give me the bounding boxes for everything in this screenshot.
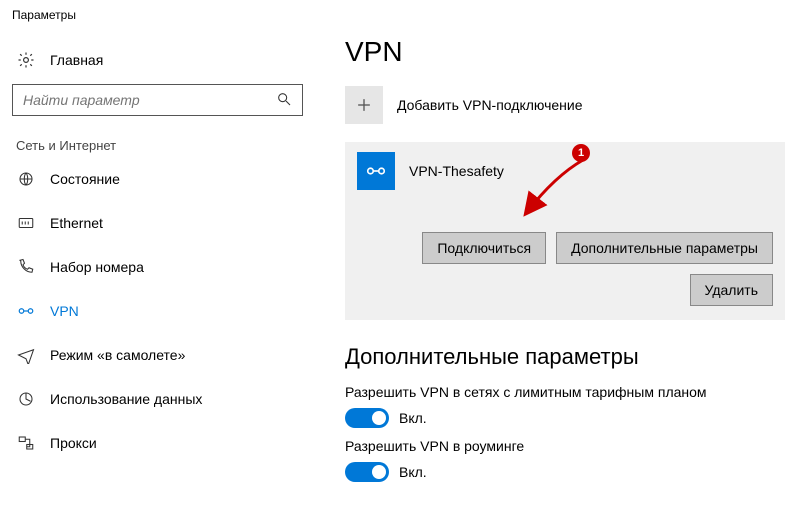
gear-icon bbox=[16, 50, 36, 70]
main-content: VPN Добавить VPN-подключение VPN-Thesafe… bbox=[315, 30, 797, 492]
toggle-roaming-switch[interactable] bbox=[345, 462, 389, 482]
sidebar-item-data-usage[interactable]: Использование данных bbox=[12, 377, 303, 421]
sidebar-item-label: VPN bbox=[50, 303, 79, 319]
sidebar-category: Сеть и Интернет bbox=[12, 138, 303, 157]
sidebar-item-status[interactable]: Состояние bbox=[12, 157, 303, 201]
advanced-options-button[interactable]: Дополнительные параметры bbox=[556, 232, 773, 264]
vpn-icon bbox=[16, 301, 36, 321]
sidebar-item-ethernet[interactable]: Ethernet bbox=[12, 201, 303, 245]
globe-icon bbox=[16, 169, 36, 189]
phone-icon bbox=[16, 257, 36, 277]
sidebar-home-label: Главная bbox=[50, 52, 103, 68]
connect-button[interactable]: Подключиться bbox=[422, 232, 546, 264]
toggle-roaming-state: Вкл. bbox=[399, 464, 427, 480]
toggle-metered-label: Разрешить VPN в сетях с лимитным тарифны… bbox=[345, 384, 785, 400]
proxy-icon bbox=[16, 433, 36, 453]
advanced-section-title: Дополнительные параметры bbox=[345, 344, 785, 370]
sidebar-item-dialup[interactable]: Набор номера bbox=[12, 245, 303, 289]
ethernet-icon bbox=[16, 213, 36, 233]
vpn-connection-name: VPN-Thesafety bbox=[409, 163, 504, 179]
add-vpn-row[interactable]: Добавить VPN-подключение bbox=[345, 86, 785, 124]
sidebar-item-vpn[interactable]: VPN bbox=[12, 289, 303, 333]
data-usage-icon bbox=[16, 389, 36, 409]
airplane-icon bbox=[16, 345, 36, 365]
sidebar-home[interactable]: Главная bbox=[12, 44, 303, 84]
sidebar-item-proxy[interactable]: Прокси bbox=[12, 421, 303, 465]
search-icon bbox=[276, 91, 294, 109]
window-title: Параметры bbox=[0, 0, 797, 30]
search-input[interactable] bbox=[21, 91, 276, 109]
sidebar-item-label: Режим «в самолете» bbox=[50, 347, 185, 363]
vpn-connection-icon bbox=[357, 152, 395, 190]
sidebar-item-label: Использование данных bbox=[50, 391, 202, 407]
plus-icon bbox=[345, 86, 383, 124]
add-vpn-label: Добавить VPN-подключение bbox=[397, 97, 583, 113]
search-box[interactable] bbox=[12, 84, 303, 116]
page-title: VPN bbox=[345, 36, 785, 68]
sidebar-item-label: Ethernet bbox=[50, 215, 103, 231]
sidebar-item-airplane[interactable]: Режим «в самолете» bbox=[12, 333, 303, 377]
sidebar-item-label: Набор номера bbox=[50, 259, 144, 275]
toggle-roaming-label: Разрешить VPN в роуминге bbox=[345, 438, 785, 454]
annotation-step-badge: 1 bbox=[572, 144, 590, 162]
sidebar-item-label: Прокси bbox=[50, 435, 97, 451]
vpn-connection-item[interactable]: VPN-Thesafety 1 Подключиться Дополнитель… bbox=[345, 142, 785, 320]
sidebar-item-label: Состояние bbox=[50, 171, 120, 187]
delete-button[interactable]: Удалить bbox=[690, 274, 773, 306]
toggle-metered-state: Вкл. bbox=[399, 410, 427, 426]
sidebar: Главная Сеть и Интернет Состояние bbox=[0, 30, 315, 492]
toggle-metered-switch[interactable] bbox=[345, 408, 389, 428]
